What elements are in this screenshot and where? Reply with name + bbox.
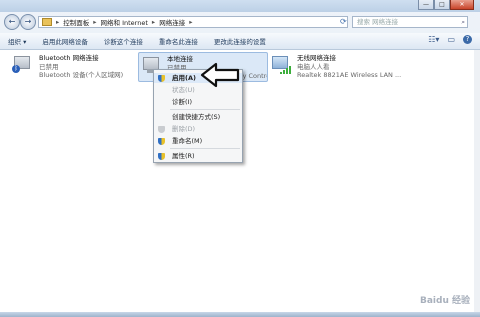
connection-item-bluetooth[interactable]: ᛒ Bluetooth 网络连接 已禁用 Bluetooth 设备(个人区域网) (12, 54, 123, 80)
signal-bars-icon (280, 66, 292, 74)
close-button[interactable]: ✕ (450, 0, 474, 10)
search-icon[interactable]: ⌕ (461, 17, 465, 28)
help-icon[interactable]: ? (463, 35, 472, 44)
enable-device-button[interactable]: 启用此网络设备 (34, 36, 96, 46)
breadcrumb-network-internet[interactable]: 网络和 Internet (101, 17, 148, 27)
menu-item-label: 属性(R) (172, 152, 195, 160)
connection-device: Bluetooth 设备(个人区域网) (39, 71, 124, 79)
menu-item-delete[interactable]: 删除(D) (154, 124, 242, 134)
maximize-button[interactable]: □ (434, 0, 450, 10)
watermark-logo: Baidu 经验 (420, 293, 470, 306)
connection-device: Realtek 8821AE Wireless LAN ... (297, 71, 402, 79)
menu-item-properties[interactable]: 属性(R) (154, 151, 242, 161)
menu-separator (170, 148, 240, 149)
chevron-right-icon: ▸ (93, 18, 97, 26)
menu-item-diagnose[interactable]: 诊断(I) (154, 97, 242, 107)
menu-item-label: 诊断(I) (172, 98, 192, 106)
minimize-button[interactable]: — (418, 0, 434, 10)
shield-icon (158, 138, 165, 145)
watermark-text: Baidu 经验 (419, 296, 470, 306)
view-controls: ☷▾ ▭ ? (428, 35, 472, 44)
network-adapter-icon: ᛒ (12, 54, 34, 74)
title-bar: — □ ✕ (0, 0, 480, 12)
chevron-right-icon: ▸ (151, 18, 156, 26)
menu-item-label: 重命名(M) (172, 137, 203, 145)
menu-separator (170, 109, 240, 110)
caption-buttons: — □ ✕ (418, 0, 474, 10)
refresh-icon[interactable]: ⟳ (340, 17, 347, 26)
breadcrumb-network-connections[interactable]: 网络连接 (159, 17, 185, 27)
connection-item-wireless[interactable]: 无线网络连接 电脑人人看 Realtek 8821AE Wireless LAN… (270, 54, 401, 80)
connection-status: 已禁用 (39, 62, 59, 71)
address-bar[interactable]: ▸ 控制面板 ▸ 网络和 Internet ▸ 网络连接 ▸ (38, 16, 348, 28)
window-frame-bottom (0, 312, 480, 317)
folder-icon (42, 18, 52, 26)
search-input[interactable]: 搜索 网络连接 ⌕ (352, 16, 468, 28)
connection-name: Bluetooth 网络连接 (39, 54, 99, 62)
shield-icon (158, 126, 165, 133)
menu-item-label: 启用(A) (172, 74, 196, 82)
command-bar: 组织 ▾ 启用此网络设备 诊断这个连接 重命名此连接 更改此连接的设置 ☷▾ ▭… (0, 33, 480, 50)
menu-item-label: 状态(U) (172, 86, 195, 94)
change-settings-button[interactable]: 更改此连接的设置 (206, 36, 274, 46)
shield-icon (158, 153, 165, 160)
connection-name: 无线网络连接 (297, 54, 336, 62)
vertical-scrollbar[interactable] (474, 50, 480, 312)
wireless-adapter-icon (270, 54, 292, 74)
breadcrumb-control-panel[interactable]: 控制面板 (63, 17, 89, 27)
menu-item-label: 创建快捷方式(S) (172, 113, 221, 121)
menu-item-create-shortcut[interactable]: 创建快捷方式(S) (154, 112, 242, 122)
navigation-bar: ← → ▸ 控制面板 ▸ 网络和 Internet ▸ 网络连接 ▸ ⟳ 搜索 … (0, 12, 480, 32)
preview-pane-icon[interactable]: ▭ (447, 35, 455, 44)
back-button[interactable]: ← (4, 14, 20, 30)
bluetooth-icon: ᛒ (12, 65, 20, 73)
rename-button[interactable]: 重命名此连接 (151, 36, 206, 46)
forward-button[interactable]: → (20, 14, 36, 30)
diagnose-button[interactable]: 诊断这个连接 (96, 36, 151, 46)
chevron-right-icon: ▸ (189, 18, 193, 26)
connection-status: 电脑人人看 (297, 62, 330, 71)
menu-item-label: 删除(D) (172, 125, 196, 133)
organize-menu[interactable]: 组织 ▾ (0, 36, 34, 46)
pointer-arrow-icon (200, 62, 240, 88)
search-placeholder: 搜索 网络连接 (357, 18, 399, 26)
view-options-icon[interactable]: ☷▾ (428, 35, 439, 44)
menu-item-rename[interactable]: 重命名(M) (154, 136, 242, 146)
chevron-right-icon: ▸ (56, 18, 60, 26)
explorer-window: — □ ✕ ← → ▸ 控制面板 ▸ 网络和 Internet ▸ 网络连接 ▸… (0, 0, 480, 317)
shield-icon (158, 75, 165, 82)
